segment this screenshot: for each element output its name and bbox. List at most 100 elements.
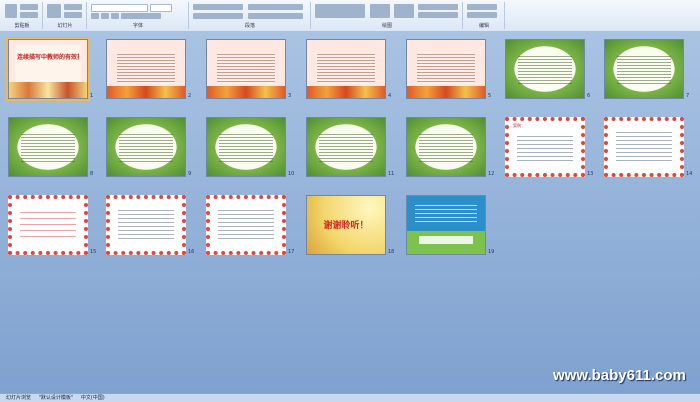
slide-thumbnail[interactable] [406, 117, 486, 177]
slide-text [617, 54, 671, 86]
slide-number: 1 [90, 93, 94, 99]
slide-text [20, 207, 76, 241]
slide-thumbnail[interactable] [106, 195, 186, 255]
leaf-border [407, 86, 485, 98]
slide-thumbnail[interactable] [406, 195, 486, 255]
slide-number: 7 [686, 93, 690, 99]
font-group: 字体 [88, 2, 189, 29]
slide-thumbnail[interactable] [505, 39, 585, 99]
slide-text [419, 132, 473, 164]
bullets-button[interactable] [193, 4, 243, 10]
slide-number: 5 [488, 93, 492, 99]
shape-fill-button[interactable] [418, 4, 458, 10]
slide-text [616, 129, 672, 163]
group-label: 编辑 [478, 23, 489, 29]
slide-text [217, 52, 275, 84]
slide-text [518, 54, 572, 86]
slide-number: 17 [288, 249, 295, 255]
slide-number: 10 [288, 171, 295, 177]
slide-text [219, 132, 273, 164]
slide-thumbnail[interactable] [406, 39, 486, 99]
group-label: 幻灯片 [57, 23, 73, 29]
flower-border [9, 82, 87, 98]
slide-text [21, 132, 75, 164]
underline-button[interactable] [111, 13, 119, 19]
slide-text [218, 207, 274, 241]
language-status: 中文(中国) [80, 395, 105, 401]
slide-text [417, 52, 475, 84]
slide-number: 4 [388, 93, 392, 99]
new-slide-button[interactable] [47, 4, 61, 18]
layout-button[interactable] [64, 4, 82, 10]
view-status: 幻灯片浏览 [6, 395, 32, 401]
ribbon: 剪贴板 幻灯片 字体 段落 绘图 编辑 [0, 0, 700, 32]
group-label: 段落 [244, 23, 255, 29]
italic-button[interactable] [101, 13, 109, 19]
font-name-select[interactable] [91, 4, 148, 12]
slide-text [119, 132, 173, 164]
slide-banner [415, 202, 477, 222]
group-label: 剪贴板 [14, 23, 30, 29]
slide-number: 19 [488, 249, 495, 255]
slide-number: 13 [587, 171, 594, 177]
slide-number: 14 [686, 171, 693, 177]
font-color-button[interactable] [121, 13, 161, 19]
slide-thumbnail[interactable] [8, 195, 88, 255]
slide-number: 8 [90, 171, 94, 177]
drawing-group: 绘图 [312, 2, 463, 29]
slide-thumbnail[interactable] [106, 117, 186, 177]
slides-group: 幻灯片 [44, 2, 87, 29]
paste-button[interactable] [5, 4, 17, 18]
text-direction-button[interactable] [248, 4, 303, 10]
slide-number: 6 [587, 93, 591, 99]
editing-group: 编辑 [464, 2, 505, 29]
slide-number: 9 [188, 171, 192, 177]
slide-text [517, 133, 573, 163]
quick-styles-button[interactable] [394, 4, 414, 18]
shapes-gallery[interactable] [315, 4, 365, 18]
smartart-button[interactable] [248, 13, 303, 19]
paragraph-group: 段落 [190, 2, 311, 29]
slide-thumbnail[interactable]: 谢谢聆听！ [306, 195, 386, 255]
replace-button[interactable] [467, 12, 497, 18]
watermark-text: www.baby611.com [553, 367, 686, 384]
slide-number: 18 [388, 249, 395, 255]
reset-button[interactable] [64, 12, 82, 18]
slide-thumbnail[interactable] [306, 117, 386, 177]
slide-number: 15 [90, 249, 97, 255]
slide-text [117, 52, 175, 84]
slide-text [118, 207, 174, 241]
arrange-button[interactable] [370, 4, 390, 18]
slide-title: 谢谢聆听！ [323, 221, 369, 231]
slide-heading: 案例： [513, 123, 525, 128]
slide-thumbnail[interactable] [604, 39, 684, 99]
find-button[interactable] [467, 4, 497, 10]
copy-button[interactable] [20, 12, 38, 18]
leaf-border [207, 86, 285, 98]
slide-thumbnail[interactable] [206, 39, 286, 99]
slide-number: 12 [488, 171, 495, 177]
slide-thumbnail[interactable]: 案例： [505, 117, 585, 177]
align-buttons[interactable] [193, 13, 243, 19]
slide-thumbnail[interactable] [206, 195, 286, 255]
slide-thumbnail[interactable] [106, 39, 186, 99]
slide-number: 2 [188, 93, 192, 99]
group-label: 字体 [132, 23, 143, 29]
slide-thumbnail[interactable] [604, 117, 684, 177]
leaf-border [307, 86, 385, 98]
slide-thumbnail[interactable] [206, 117, 286, 177]
slide-footer [419, 236, 473, 244]
slide-thumbnail[interactable] [8, 117, 88, 177]
theme-status: "默认设计模板" [38, 395, 74, 401]
slide-text [319, 132, 373, 164]
leaf-border [107, 86, 185, 98]
slide-text [317, 52, 375, 84]
cut-button[interactable] [20, 4, 38, 10]
slide-thumbnail[interactable] [306, 39, 386, 99]
bold-button[interactable] [91, 13, 99, 19]
font-size-select[interactable] [150, 4, 172, 12]
slide-sorter-pane: 连续描写中教师的有效指导 1 2 3 4 5 6 7 8 9 10 11 [0, 31, 700, 393]
slide-thumbnail[interactable]: 连续描写中教师的有效指导 [6, 37, 90, 101]
slide-number: 3 [288, 93, 292, 99]
shape-outline-button[interactable] [418, 12, 458, 18]
